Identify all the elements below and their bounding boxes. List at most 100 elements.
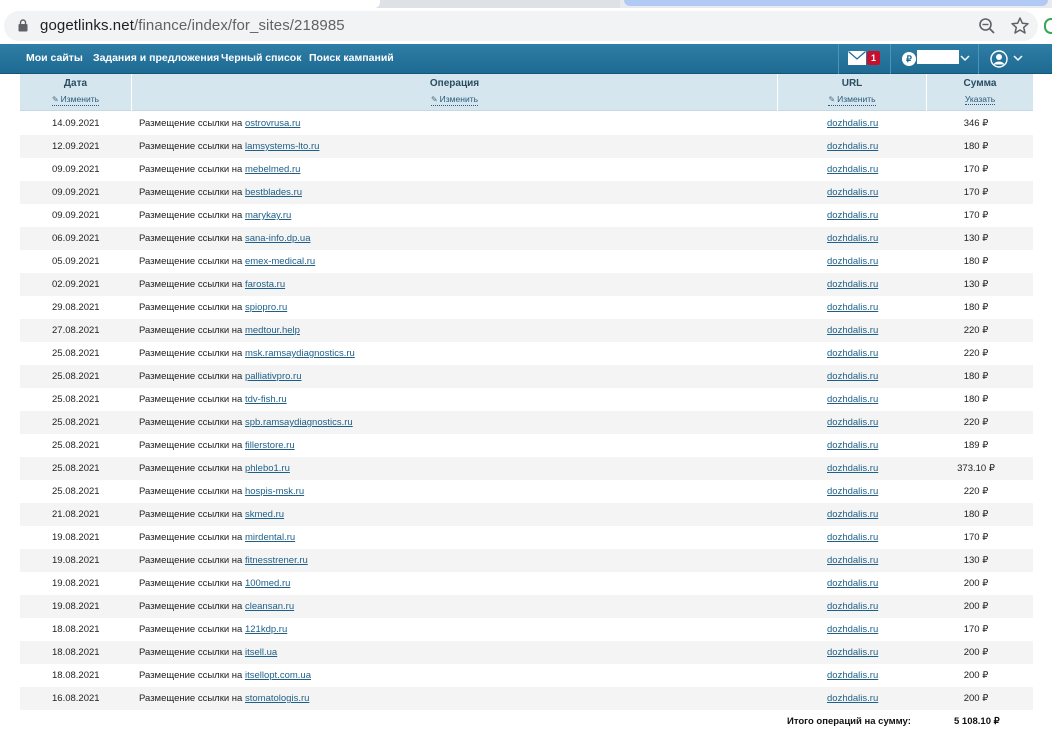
placement-site-link[interactable]: marykay.ru [245, 210, 291, 221]
placement-site-link[interactable]: palliativpro.ru [245, 371, 302, 382]
row-operation: Размещение ссылки на phlebo1.ru [139, 463, 290, 474]
row-sum: 180 ₽ [963, 394, 989, 405]
row-url: dozhdalis.ru [827, 578, 878, 589]
placement-site-link[interactable]: mirdental.ru [245, 532, 295, 543]
chevron-down-icon[interactable] [1013, 53, 1023, 63]
row-sum: 220 ₽ [963, 348, 989, 359]
target-url-link[interactable]: dozhdalis.ru [827, 670, 878, 681]
extension-icon[interactable] [1044, 18, 1052, 34]
target-url-link[interactable]: dozhdalis.ru [827, 555, 878, 566]
row-url: dozhdalis.ru [827, 256, 878, 267]
table-row: 02.09.2021 Размещение ссылки на farosta.r… [20, 273, 1033, 296]
row-url: dozhdalis.ru [827, 371, 878, 382]
target-url-link[interactable]: dozhdalis.ru [827, 164, 878, 175]
placement-site-link[interactable]: 100med.ru [245, 578, 290, 589]
placement-site-link[interactable]: cleansan.ru [245, 601, 294, 612]
target-url-link[interactable]: dozhdalis.ru [827, 256, 878, 267]
change-operation-link[interactable]: ✎ Изменить [430, 94, 479, 106]
target-url-link[interactable]: dozhdalis.ru [827, 118, 878, 129]
placement-site-link[interactable]: itsellopt.com.ua [245, 670, 311, 681]
tab-highlight[interactable] [624, 0, 1048, 6]
placement-site-link[interactable]: bestblades.ru [245, 187, 302, 198]
placement-site-link[interactable]: itsell.ua [245, 647, 277, 658]
nav-my-sites[interactable]: Мои сайты [26, 52, 83, 64]
target-url-link[interactable]: dozhdalis.ru [827, 647, 878, 658]
operation-text: Размещение ссылки на [139, 187, 243, 198]
placement-site-link[interactable]: lamsystems-lto.ru [245, 141, 319, 152]
operation-text: Размещение ссылки на [139, 555, 243, 566]
target-url-link[interactable]: dozhdalis.ru [827, 509, 878, 520]
target-url-link[interactable]: dozhdalis.ru [827, 141, 878, 152]
change-date-link[interactable]: ✎ Изменить [51, 94, 100, 106]
row-sum: 189 ₽ [963, 440, 989, 451]
placement-site-link[interactable]: spb.ramsaydiagnostics.ru [245, 417, 353, 428]
nav-campaign-search[interactable]: Поиск кампаний [309, 52, 394, 64]
placement-site-link[interactable]: skmed.ru [245, 509, 284, 520]
placement-site-link[interactable]: msk.ramsaydiagnostics.ru [245, 348, 355, 359]
operation-text: Размещение ссылки на [139, 118, 243, 129]
balance-display[interactable] [917, 50, 959, 64]
target-url-link[interactable]: dozhdalis.ru [827, 233, 878, 244]
table-row: 18.08.2021 Размещение ссылки на itsellopt… [20, 664, 1033, 687]
placement-site-link[interactable]: farosta.ru [245, 279, 285, 290]
target-url-link[interactable]: dozhdalis.ru [827, 394, 878, 405]
row-url: dozhdalis.ru [827, 509, 878, 520]
lock-icon[interactable] [18, 19, 28, 32]
row-sum: 130 ₽ [963, 555, 989, 566]
row-sum: 170 ₽ [963, 187, 989, 198]
row-sum: 200 ₽ [963, 601, 989, 612]
url-omnibox[interactable]: gogetlinks.net/finance/index/for_sites/2… [4, 11, 1038, 41]
placement-site-link[interactable]: hospis-msk.ru [245, 486, 304, 497]
mail-icon[interactable] [848, 51, 866, 65]
target-url-link[interactable]: dozhdalis.ru [827, 601, 878, 612]
placement-site-link[interactable]: 121kdp.ru [245, 624, 287, 635]
placement-site-link[interactable]: stomatologis.ru [245, 693, 309, 704]
row-sum: 170 ₽ [963, 532, 989, 543]
user-avatar-icon[interactable] [990, 50, 1008, 68]
placement-site-link[interactable]: fillerstore.ru [245, 440, 295, 451]
nav-tasks-offers[interactable]: Задания и предложения [93, 52, 219, 64]
row-date: 27.08.2021 [52, 325, 100, 336]
target-url-link[interactable]: dozhdalis.ru [827, 693, 878, 704]
mail-count-badge: 1 [867, 51, 880, 65]
target-url-link[interactable]: dozhdalis.ru [827, 279, 878, 290]
row-date: 19.08.2021 [52, 601, 100, 612]
active-tab[interactable] [0, 0, 380, 8]
change-url-link[interactable]: ✎ Изменить [828, 94, 876, 106]
specify-sum-link[interactable]: Указать [964, 94, 996, 105]
target-url-link[interactable]: dozhdalis.ru [827, 371, 878, 382]
target-url-link[interactable]: dozhdalis.ru [827, 578, 878, 589]
zoom-out-icon[interactable] [978, 17, 996, 35]
target-url-link[interactable]: dozhdalis.ru [827, 348, 878, 359]
target-url-link[interactable]: dozhdalis.ru [827, 210, 878, 221]
target-url-link[interactable]: dozhdalis.ru [827, 302, 878, 313]
table-row: 25.08.2021 Размещение ссылки на spb.ramsa… [20, 411, 1033, 434]
row-date: 25.08.2021 [52, 486, 100, 497]
placement-site-link[interactable]: medtour.help [245, 325, 300, 336]
target-url-link[interactable]: dozhdalis.ru [827, 440, 878, 451]
row-date: 25.08.2021 [52, 348, 100, 359]
placement-site-link[interactable]: mebelmed.ru [245, 164, 300, 175]
table-row: 09.09.2021 Размещение ссылки на mebelmed.… [20, 158, 1033, 181]
operation-text: Размещение ссылки на [139, 440, 243, 451]
target-url-link[interactable]: dozhdalis.ru [827, 486, 878, 497]
target-url-link[interactable]: dozhdalis.ru [827, 325, 878, 336]
url-text[interactable]: gogetlinks.net/finance/index/for_sites/2… [40, 17, 345, 34]
target-url-link[interactable]: dozhdalis.ru [827, 417, 878, 428]
nav-blacklist[interactable]: Черный список [221, 52, 301, 64]
placement-site-link[interactable]: tdv-fish.ru [245, 394, 287, 405]
placement-site-link[interactable]: fitnesstrener.ru [245, 555, 308, 566]
target-url-link[interactable]: dozhdalis.ru [827, 624, 878, 635]
placement-site-link[interactable]: phlebo1.ru [245, 463, 290, 474]
placement-site-link[interactable]: sana-info.dp.ua [245, 233, 311, 244]
target-url-link[interactable]: dozhdalis.ru [827, 463, 878, 474]
chevron-down-icon[interactable] [960, 53, 970, 63]
placement-site-link[interactable]: emex-medical.ru [245, 256, 315, 267]
bookmark-star-icon[interactable] [1010, 16, 1030, 36]
placement-site-link[interactable]: spiopro.ru [245, 302, 287, 313]
operation-text: Размещение ссылки на [139, 532, 243, 543]
target-url-link[interactable]: dozhdalis.ru [827, 187, 878, 198]
placement-site-link[interactable]: ostrovrusa.ru [245, 118, 300, 129]
pencil-icon: ✎ [828, 95, 836, 104]
target-url-link[interactable]: dozhdalis.ru [827, 532, 878, 543]
